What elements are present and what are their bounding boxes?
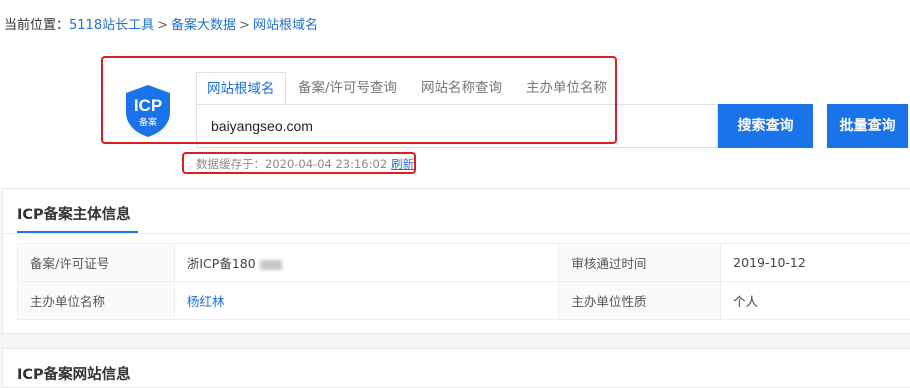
value-approval-time: 2019-10-12	[721, 244, 910, 282]
breadcrumb-separator: >	[157, 18, 168, 33]
batch-query-button[interactable]: 批量查询	[827, 104, 908, 148]
label-organizer-type: 主办单位性质	[559, 282, 721, 320]
label-license-number: 备案/许可证号	[18, 244, 175, 282]
table-row: 主办单位名称 杨红林 主办单位性质 个人	[18, 282, 910, 320]
breadcrumb-prefix: 当前位置：	[4, 18, 69, 33]
icp-info-table: 备案/许可证号 浙ICP备180 审核通过时间 2019-10-12 主办单位名…	[17, 243, 910, 320]
value-organizer-name[interactable]: 杨红林	[174, 282, 558, 320]
table-row: 备案/许可证号 浙ICP备180 审核通过时间 2019-10-12	[18, 244, 910, 282]
icp-site-panel: ICP备案网站信息	[2, 348, 910, 388]
redacted-mask	[260, 260, 282, 270]
breadcrumb-separator: >	[239, 18, 250, 33]
breadcrumb-link-beian[interactable]: 备案大数据	[171, 18, 236, 33]
value-organizer-type: 个人	[721, 282, 910, 320]
value-license-number: 浙ICP备180	[174, 244, 558, 282]
panel-title-underline	[17, 231, 138, 233]
breadcrumb-link-tools[interactable]: 5118站长工具	[69, 18, 154, 33]
breadcrumb: 当前位置：5118站长工具>备案大数据>网站根域名	[4, 14, 318, 33]
search-button[interactable]: 搜索查询	[718, 104, 813, 148]
panel-title: ICP备案主体信息	[17, 203, 131, 224]
label-organizer-name: 主办单位名称	[18, 282, 175, 320]
license-number-text: 浙ICP备180	[187, 256, 256, 271]
label-approval-time: 审核通过时间	[559, 244, 721, 282]
icp-subject-panel: ICP备案主体信息 备案/许可证号 浙ICP备180 审核通过时间 2019-1…	[2, 188, 910, 334]
highlight-box-search	[101, 56, 617, 144]
panel-divider	[3, 233, 910, 234]
highlight-box-cache	[182, 152, 416, 174]
panel-title: ICP备案网站信息	[17, 363, 131, 384]
breadcrumb-link-root-domain[interactable]: 网站根域名	[253, 18, 318, 33]
